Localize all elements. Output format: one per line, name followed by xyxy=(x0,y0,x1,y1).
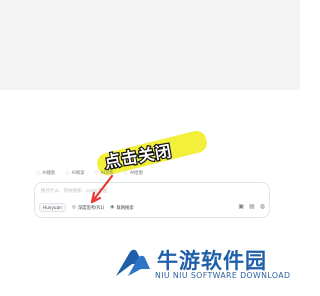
ai-draw-icon: ◌ xyxy=(123,169,128,176)
chip-ai-search[interactable]: ◌ AI搜索 xyxy=(36,170,55,176)
brand-subtitle: NIU NIU SOFTWARE DOWNLOAD xyxy=(155,271,291,280)
red-arrow-icon xyxy=(90,174,114,204)
deep-think-icon: ◎ xyxy=(71,205,76,210)
top-band xyxy=(0,0,300,90)
composer-right-tools: ▣ ▤ ◍ xyxy=(238,204,265,210)
image-icon[interactable]: ▣ xyxy=(238,204,244,210)
file-icon[interactable]: ▤ xyxy=(249,204,255,210)
ai-search-icon: ◌ xyxy=(36,169,41,176)
chip-label: AI绘图 xyxy=(129,171,143,176)
settings-icon[interactable]: ◍ xyxy=(260,204,265,210)
chip-ai-draw[interactable]: ◌ AI绘图 xyxy=(124,170,143,176)
brand-logo-icon xyxy=(116,249,150,276)
main-stage: 点击关闭 ◌ AI搜索 ◌ AI阅读 ◌ AI写作 ◌ AI绘图 搜点什么，开始… xyxy=(0,90,300,236)
chat-composer[interactable]: 搜点什么，开始搜索，enter发送 Hunyuan ◎ 深度思考(R1) ◉ 联… xyxy=(34,182,270,218)
ai-read-icon: ◌ xyxy=(65,169,70,176)
chip-label: AI搜索 xyxy=(42,171,56,176)
chip-ai-read[interactable]: ◌ AI阅读 xyxy=(65,170,84,176)
brand-footer: 牛游软件园 NIU NIU SOFTWARE DOWNLOAD xyxy=(0,236,300,296)
model-select[interactable]: Hunyuan xyxy=(39,203,66,212)
chip-label: AI阅读 xyxy=(71,171,85,176)
